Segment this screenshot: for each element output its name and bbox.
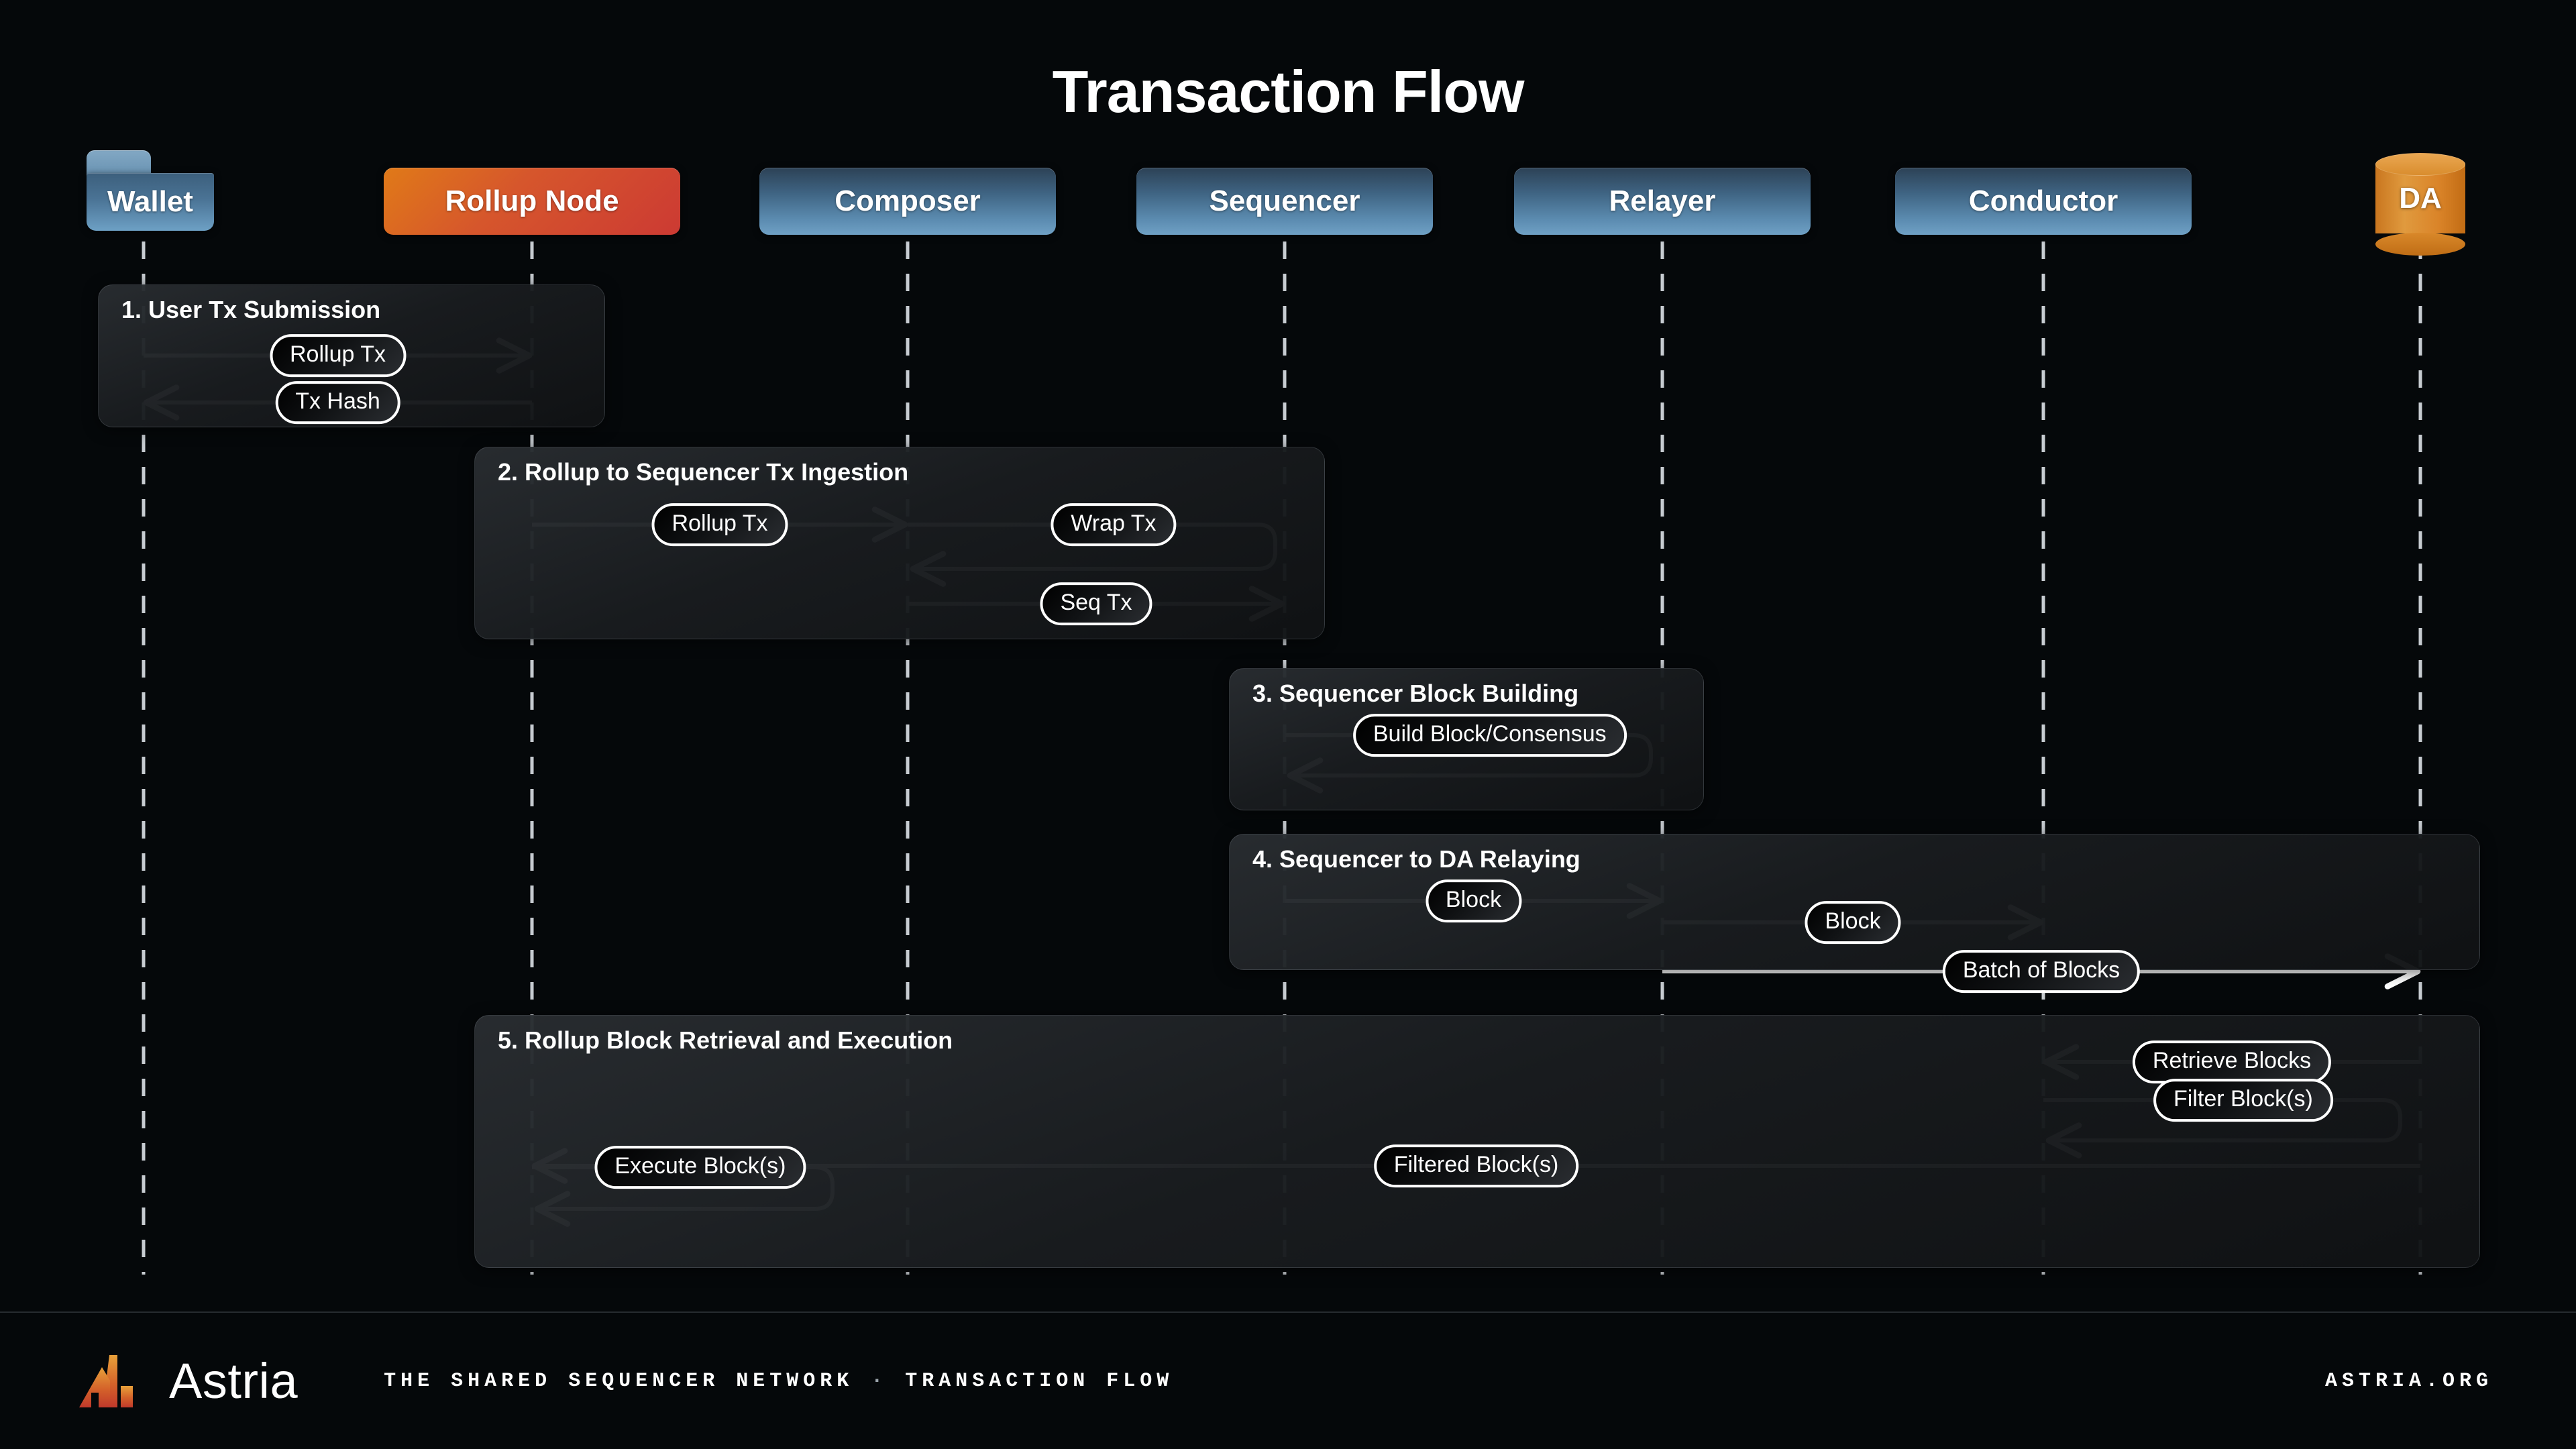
participant-da[interactable]: DA [2375, 153, 2465, 256]
participant-conductor[interactable]: Conductor [1895, 168, 2192, 235]
participant-label-composer: Composer [835, 184, 981, 217]
tagline-right: TRANSACTION FLOW [905, 1369, 1174, 1393]
participant-label-wallet: Wallet [87, 173, 214, 231]
brand-wordmark: Astria [169, 1353, 299, 1409]
group-title-5: Rollup Block Retrieval and Execution [525, 1026, 953, 1054]
message-12-label: Filtered Block(s) [1373, 1144, 1579, 1187]
participant-composer[interactable]: Composer [759, 168, 1056, 235]
group-title-1: User Tx Submission [148, 296, 381, 323]
footer-tagline: THE SHARED SEQUENCER NETWORK · TRANSACTI… [384, 1370, 1173, 1393]
participant-label-conductor: Conductor [1968, 184, 2118, 217]
group-label-2: 2. Rollup to Sequencer Tx Ingestion [498, 458, 908, 486]
message-10-label: Retrieve Blocks [2132, 1040, 2332, 1083]
group-number-2: 2. [498, 458, 519, 486]
participant-sequencer[interactable]: Sequencer [1136, 168, 1433, 235]
group-title-3: Sequencer Block Building [1279, 680, 1579, 707]
group-title-2: Rollup to Sequencer Tx Ingestion [525, 458, 909, 486]
group-title-4: Sequencer to DA Relaying [1279, 845, 1580, 873]
message-7-label: Block [1425, 879, 1522, 922]
group-number-4: 4. [1252, 845, 1273, 873]
participant-label-relayer: Relayer [1609, 184, 1716, 217]
group-label-4: 4. Sequencer to DA Relaying [1252, 845, 1580, 873]
message-4-label: Wrap Tx [1051, 503, 1177, 546]
footer: Astria THE SHARED SEQUENCER NETWORK · TR… [0, 1313, 2576, 1449]
group-number-5: 5. [498, 1026, 519, 1054]
message-1-label: Rollup Tx [270, 334, 406, 377]
group-number-3: 3. [1252, 680, 1273, 707]
message-13-label: Execute Block(s) [594, 1146, 806, 1189]
message-6-label: Build Block/Consensus [1352, 714, 1627, 757]
message-3-label: Rollup Tx [651, 503, 788, 546]
group-label-1: 1. User Tx Submission [121, 296, 380, 324]
message-11-label: Filter Block(s) [2153, 1079, 2333, 1122]
tagline-separator-dot: · [871, 1369, 888, 1393]
footer-site-url: ASTRIA.ORG [2324, 1369, 2493, 1393]
message-5-label: Seq Tx [1040, 582, 1152, 625]
participant-wallet[interactable]: Wallet [87, 150, 214, 231]
participant-relayer[interactable]: Relayer [1514, 168, 1811, 235]
group-label-5: 5. Rollup Block Retrieval and Execution [498, 1026, 953, 1055]
participant-label-da: DA [2399, 182, 2442, 215]
participant-label-sequencer: Sequencer [1209, 184, 1360, 217]
brand: Astria [79, 1352, 298, 1409]
group-number-1: 1. [121, 296, 142, 323]
group-box-2: 2. Rollup to Sequencer Tx Ingestion [474, 447, 1325, 639]
tagline-left: THE SHARED SEQUENCER NETWORK [384, 1369, 854, 1393]
astria-logo-icon [79, 1354, 133, 1407]
message-9-label: Batch of Blocks [1942, 950, 2141, 993]
diagram-canvas: Transaction Flow Wallet Rollup Node Compos… [0, 0, 2576, 1449]
group-label-3: 3. Sequencer Block Building [1252, 680, 1578, 708]
participant-label-rollup: Rollup Node [445, 184, 619, 217]
message-8-label: Block [1805, 901, 1901, 944]
message-2-label: Tx Hash [275, 381, 400, 424]
participant-rollup[interactable]: Rollup Node [384, 168, 680, 235]
